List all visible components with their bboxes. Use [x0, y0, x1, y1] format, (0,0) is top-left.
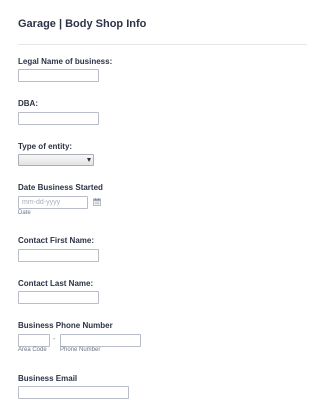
entity-type-select[interactable]	[18, 154, 94, 166]
dba-label: DBA:	[18, 99, 38, 108]
phone-label: Business Phone Number	[18, 321, 113, 330]
area-code-sublabel: Area Code	[18, 347, 47, 353]
date-started-label: Date Business Started	[18, 183, 103, 192]
form-title: Garage | Body Shop Info	[18, 18, 147, 30]
phone-separator: -	[53, 336, 56, 343]
legal-name-input[interactable]	[18, 69, 99, 82]
email-input[interactable]	[18, 386, 129, 399]
email-label: Business Email	[18, 374, 78, 383]
date-sublabel: Date	[18, 210, 31, 216]
last-name-input[interactable]	[18, 291, 99, 304]
legal-name-label: Legal Name of business:	[18, 57, 113, 66]
calendar-icon[interactable]	[93, 198, 101, 206]
date-started-input[interactable]: mm-dd-yyyy	[18, 196, 88, 209]
phone-number-input[interactable]	[60, 334, 141, 347]
phone-number-sublabel: Phone Number	[60, 347, 101, 353]
area-code-input[interactable]	[18, 334, 50, 347]
entity-type-label: Type of entity:	[18, 142, 73, 151]
dba-input[interactable]	[18, 112, 99, 125]
title-divider	[18, 44, 307, 45]
first-name-label: Contact First Name:	[18, 236, 95, 245]
first-name-input[interactable]	[18, 249, 99, 262]
last-name-label: Contact Last Name:	[18, 279, 94, 288]
chevron-down-icon	[87, 158, 91, 162]
